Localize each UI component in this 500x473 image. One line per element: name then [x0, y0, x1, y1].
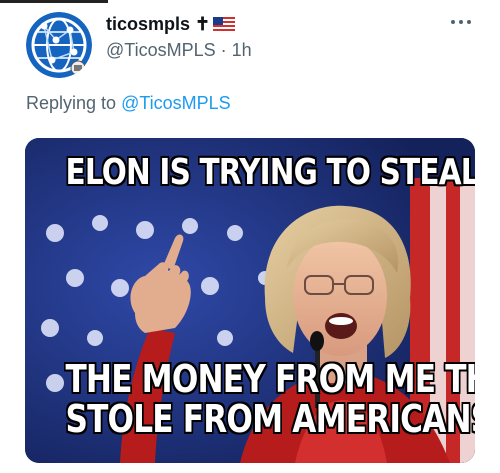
meme-caption-bottom: THE MONEY FROM ME THAT I STOLE FROM AMER… — [65, 357, 476, 441]
more-horizontal-icon — [451, 20, 471, 24]
meme-caption-bottom-line1: THE MONEY FROM ME THAT I — [65, 357, 476, 401]
display-name[interactable]: ticosmpls ✝ — [106, 14, 236, 35]
meme-caption-bottom-line2: STOLE FROM AMERICANS! — [65, 396, 476, 441]
timestamp[interactable]: 1h — [232, 40, 252, 60]
display-name-text[interactable]: ticosmpls ✝ — [106, 14, 210, 35]
replying-prefix: Replying to — [26, 93, 122, 113]
avatar[interactable] — [26, 12, 92, 78]
tweet-media-image[interactable]: ELON IS TRYING TO STEAL THE MONEY FROM M… — [25, 138, 475, 463]
more-button[interactable] — [446, 12, 476, 32]
handle[interactable]: @TicosMPLS — [106, 40, 216, 60]
replying-to: Replying to @TicosMPLS — [26, 93, 231, 114]
meme-caption-top: ELON IS TRYING TO STEAL — [65, 152, 476, 193]
top-divider — [0, 0, 108, 3]
replying-mention-link[interactable]: @TicosMPLS — [121, 93, 231, 113]
globe-network-icon — [26, 12, 92, 78]
handle-line: @TicosMPLS · 1h — [106, 40, 252, 61]
us-flag-icon — [213, 16, 236, 33]
separator: · — [215, 40, 232, 60]
